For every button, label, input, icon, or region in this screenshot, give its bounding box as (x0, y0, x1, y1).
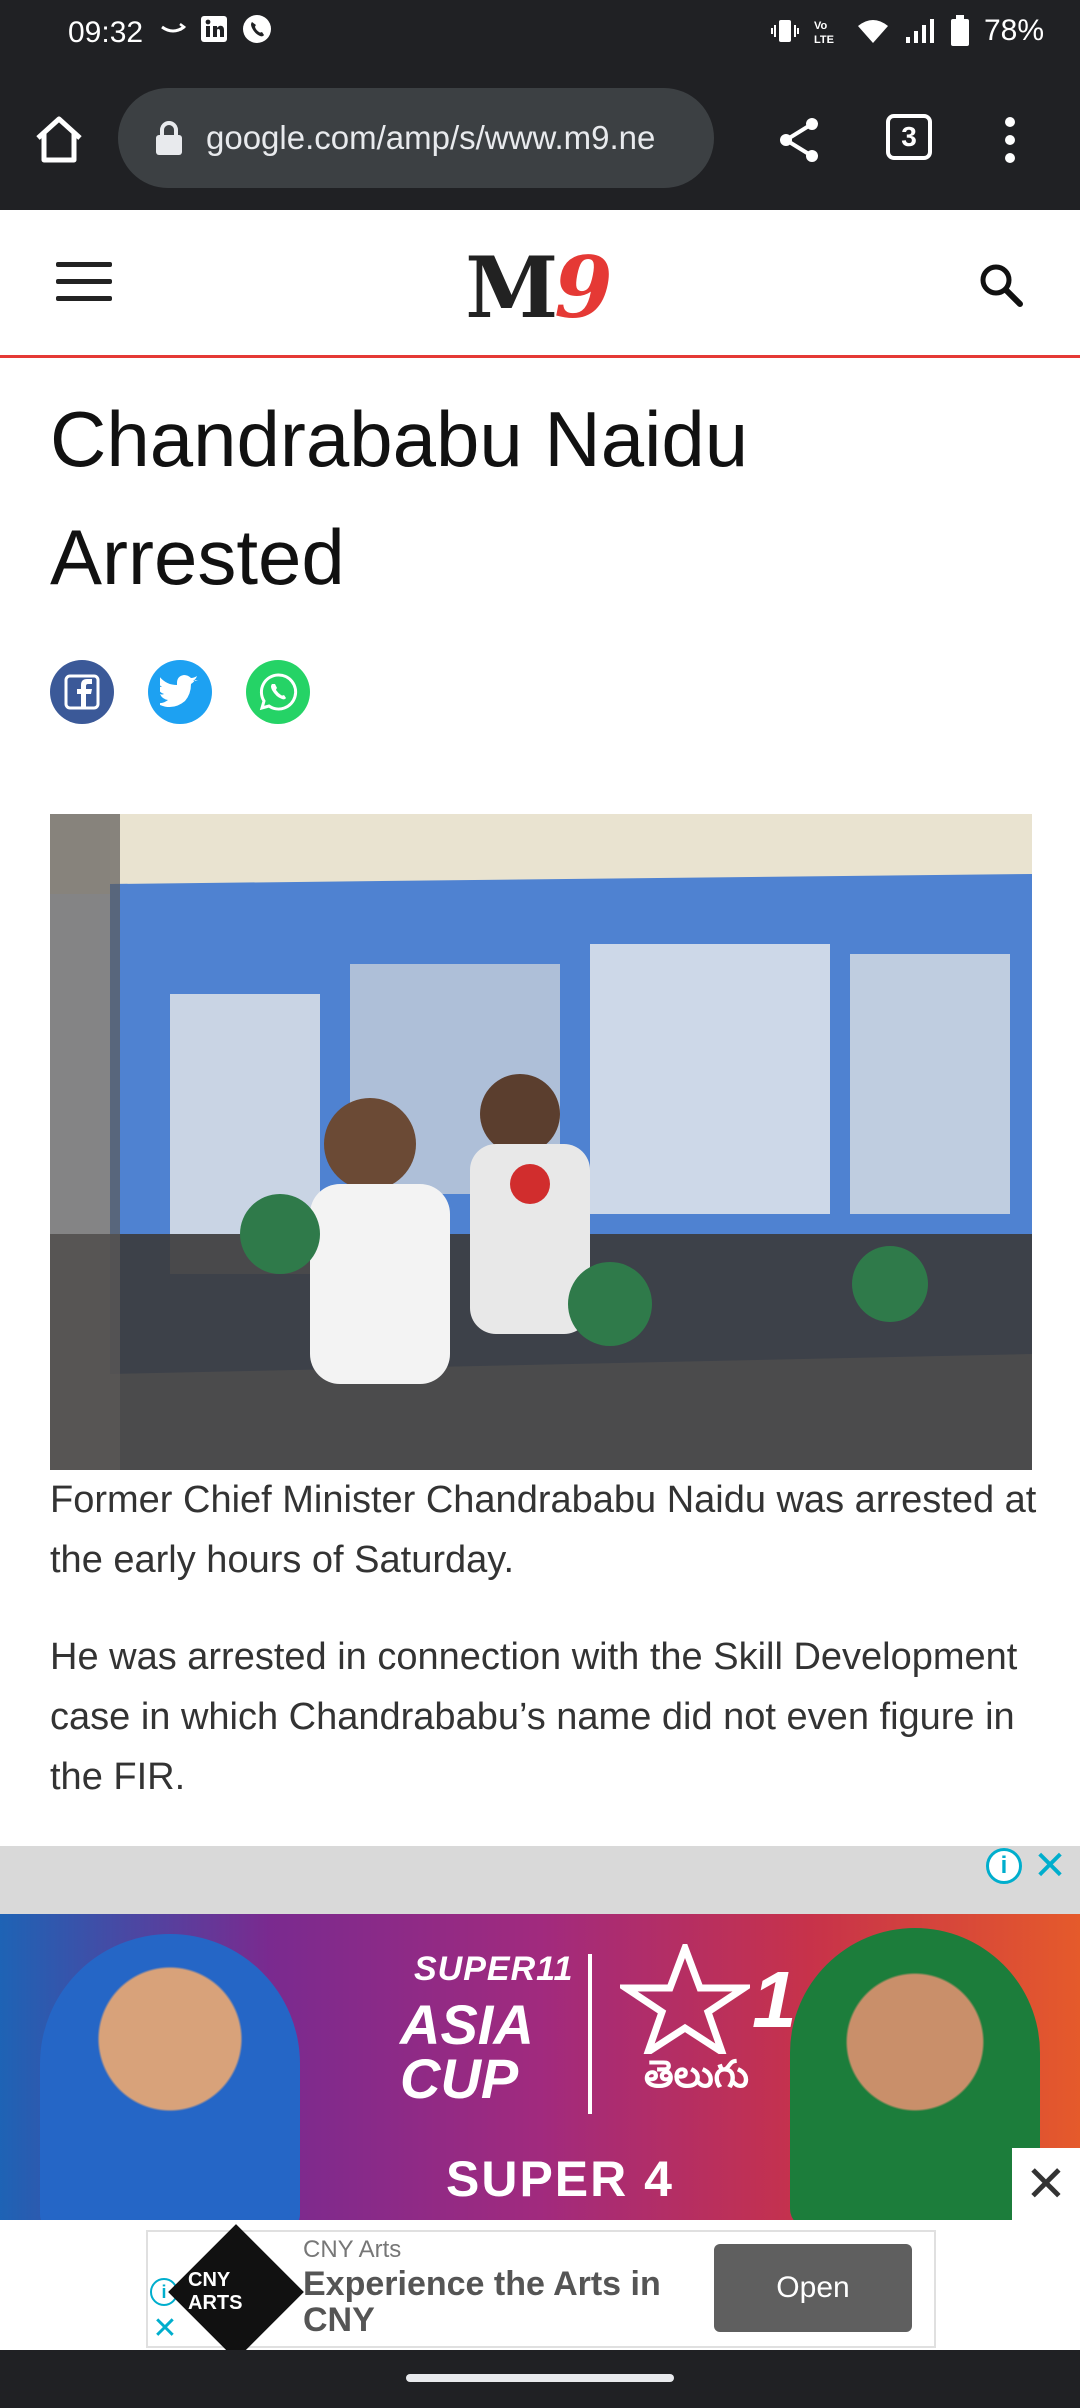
site-logo[interactable]: M 9 (428, 238, 650, 337)
ad-event: ASIA CUP (400, 1993, 532, 2110)
ad-close-icon[interactable]: ✕ (1030, 1846, 1070, 1886)
browser-toolbar: google.com/amp/s/www.m9.ne 3 (0, 70, 1080, 210)
whatsapp-icon (259, 673, 298, 711)
photo-caption: Former Chief Minister Chandrababu Naidu … (50, 1479, 1037, 1581)
vibrate-icon (770, 17, 800, 45)
status-system-icons: Vo LTE 78% (770, 14, 1044, 48)
wifi-icon (856, 17, 890, 45)
open-button[interactable]: Open (714, 2244, 912, 2332)
star-logo-icon (620, 1944, 750, 2054)
ad-stage: SUPER 4 (446, 2151, 674, 2207)
gesture-handle[interactable] (406, 2374, 674, 2382)
app-ad-brand: CNY Arts (303, 2236, 402, 2263)
ad-channel-number: 1 (752, 1955, 797, 2044)
twitter-icon (160, 675, 198, 707)
battery-percent: 78% (983, 14, 1044, 47)
app-ad-close-icon[interactable]: ✕ (150, 2314, 180, 2344)
logo-text: CNY ARTS (188, 2269, 243, 2314)
article-paragraph: He was arrested in connection with the S… (50, 1636, 1018, 1798)
app-ad-headline: Experience the Arts in CNY (303, 2265, 661, 2339)
share-button[interactable] (772, 112, 828, 168)
ad-divider (588, 1954, 592, 2114)
status-time: 09:32 (68, 16, 144, 49)
ad-sponsor: SUPER11 (414, 1950, 574, 1988)
hamburger-menu-button[interactable] (56, 262, 112, 304)
photo-illustration (50, 814, 1032, 1470)
article-photo (50, 814, 1032, 1470)
svg-text:LTE: LTE (814, 34, 834, 45)
facebook-share-button[interactable] (50, 660, 114, 724)
site-header: M 9 (0, 210, 1080, 358)
volte-icon: Vo LTE (814, 17, 842, 45)
status-bar: 09:32 Vo LTE 78% (0, 0, 1080, 70)
system-nav-bar (0, 2350, 1080, 2408)
lock-icon (156, 121, 182, 155)
overflow-menu-button[interactable] (990, 110, 1030, 170)
facebook-icon (64, 674, 100, 710)
url-text: google.com/amp/s/www.m9.ne (206, 119, 656, 156)
cricketer-right-image (790, 1928, 1040, 2220)
more-vert-icon (1005, 117, 1015, 163)
logo-m: M (465, 238, 558, 337)
adchoices-info-icon[interactable]: i (986, 1848, 1022, 1884)
phone-icon (242, 14, 272, 44)
cricketer-left-image (40, 1934, 300, 2220)
ad-banner[interactable]: SUPER11 ASIA CUP 1 తెలుగు SUPER 4 (0, 1914, 1080, 2220)
whatsapp-share-button[interactable] (246, 660, 310, 724)
battery-icon (950, 15, 970, 47)
share-icon (780, 118, 818, 162)
home-icon (36, 116, 82, 163)
status-notification-icons (160, 14, 272, 44)
search-icon (980, 264, 1023, 307)
svg-text:Vo: Vo (814, 20, 828, 32)
signal-icon (904, 17, 936, 45)
amazon-icon (160, 19, 186, 39)
address-bar[interactable]: google.com/amp/s/www.m9.ne (118, 88, 714, 188)
ad-language: తెలుగు (644, 2054, 749, 2096)
banner-close-button[interactable]: ✕ (1012, 2148, 1080, 2220)
tab-switcher-button[interactable]: 3 (886, 114, 932, 160)
home-button[interactable] (30, 110, 88, 168)
social-share-bar (50, 660, 310, 724)
search-button[interactable] (976, 260, 1026, 310)
logo-9: 9 (554, 238, 613, 337)
article-title: Chandrababu Naidu Arrested (50, 395, 749, 601)
linkedin-icon (200, 15, 228, 43)
twitter-share-button[interactable] (148, 660, 212, 724)
